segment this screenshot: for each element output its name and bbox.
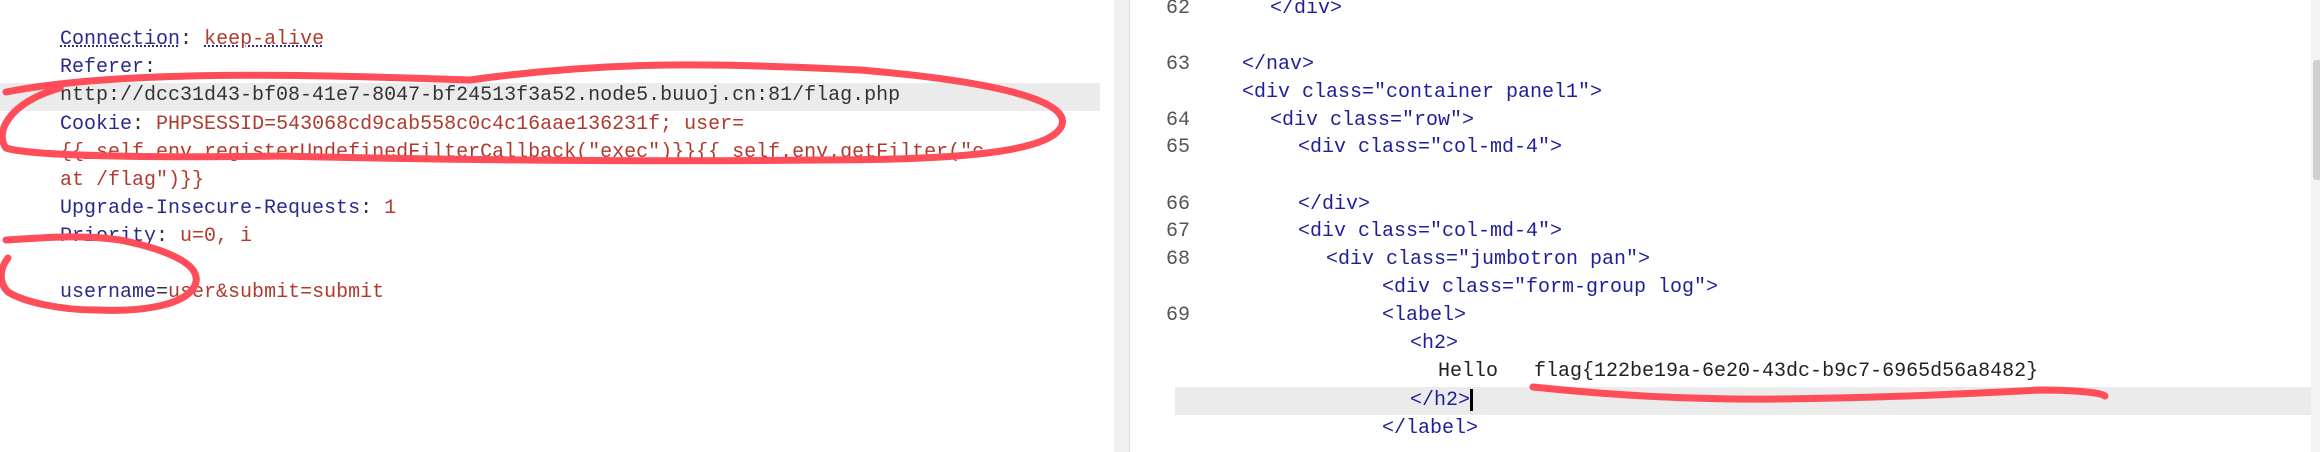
request-line-body[interactable]: username=user&submit=submit [12, 251, 384, 304]
scrollbar-thumb[interactable] [2313, 60, 2320, 180]
line-number: 62 [1165, 0, 1190, 20]
code-line-flag[interactable]: Hello flag{122be19a-6e20-43dc-b9c7-6965d… [1438, 358, 2038, 386]
response-pane[interactable]: 62 63 64 65 66 67 68 69 </div> </nav> <d… [1129, 0, 2320, 452]
header-key: Priority [60, 225, 157, 248]
header-value: 1 [384, 197, 397, 220]
body-param-key: username [60, 281, 157, 304]
code-line[interactable]: </nav> [1242, 51, 1314, 79]
request-line-referer[interactable]: Referer: [12, 26, 156, 79]
code-line[interactable]: </label> [1382, 415, 1478, 443]
code-line[interactable]: <div class="container panel1"> [1242, 79, 1602, 107]
code-line[interactable]: <div class="row"> [1270, 107, 1474, 135]
request-line-cookie[interactable]: Cookie: PHPSESSID=543068cd9cab558c0c4c16… [12, 83, 744, 136]
pane-divider[interactable] [1114, 0, 1129, 452]
code-line[interactable]: <div class="jumbotron pan"> [1326, 246, 1650, 274]
code-line[interactable]: <label> [1382, 302, 1466, 330]
request-pane[interactable]: Connection: keep-alive Referer: http://d… [0, 0, 1115, 452]
code-line[interactable]: </div> [1298, 191, 1370, 219]
code-line[interactable]: <div class="col-md-4"> [1298, 218, 1562, 246]
line-number: 66 [1165, 193, 1190, 216]
line-number: 63 [1165, 53, 1190, 76]
request-line-referer-url[interactable]: http://dcc31d43-bf08-41e7-8047-bf24513f3… [12, 54, 900, 107]
code-line[interactable]: <div class="col-md-4"> [1298, 134, 1562, 162]
request-line-priority[interactable]: Priority: u=0, i [12, 195, 252, 248]
line-number: 67 [1165, 220, 1190, 243]
line-number: 65 [1165, 136, 1190, 159]
body-param-value: user&submit=submit [168, 281, 385, 304]
line-number: 69 [1165, 304, 1190, 327]
line-number: 68 [1165, 248, 1190, 271]
header-value: u=0, i [180, 225, 253, 248]
current-line-highlight [1175, 387, 2320, 415]
request-line-connection[interactable]: Connection: keep-alive [12, 0, 324, 51]
request-line-upgrade[interactable]: Upgrade-Insecure-Requests: 1 [12, 167, 396, 220]
request-line-payload-2[interactable]: at /flag")}} [12, 139, 204, 192]
code-line[interactable]: </div> [1270, 0, 1342, 23]
code-line[interactable]: <div class="form-group log"> [1382, 274, 1718, 302]
line-number: 64 [1165, 109, 1190, 132]
scrollbar[interactable] [2311, 0, 2320, 452]
text-caret [1470, 388, 1474, 411]
request-line-payload-1[interactable]: {{_self.env.registerUndefinedFilterCallb… [12, 111, 984, 164]
code-line[interactable]: <h2> [1410, 330, 1458, 358]
header-value: keep-alive [204, 28, 325, 51]
code-line[interactable]: </h2> [1410, 387, 1474, 415]
